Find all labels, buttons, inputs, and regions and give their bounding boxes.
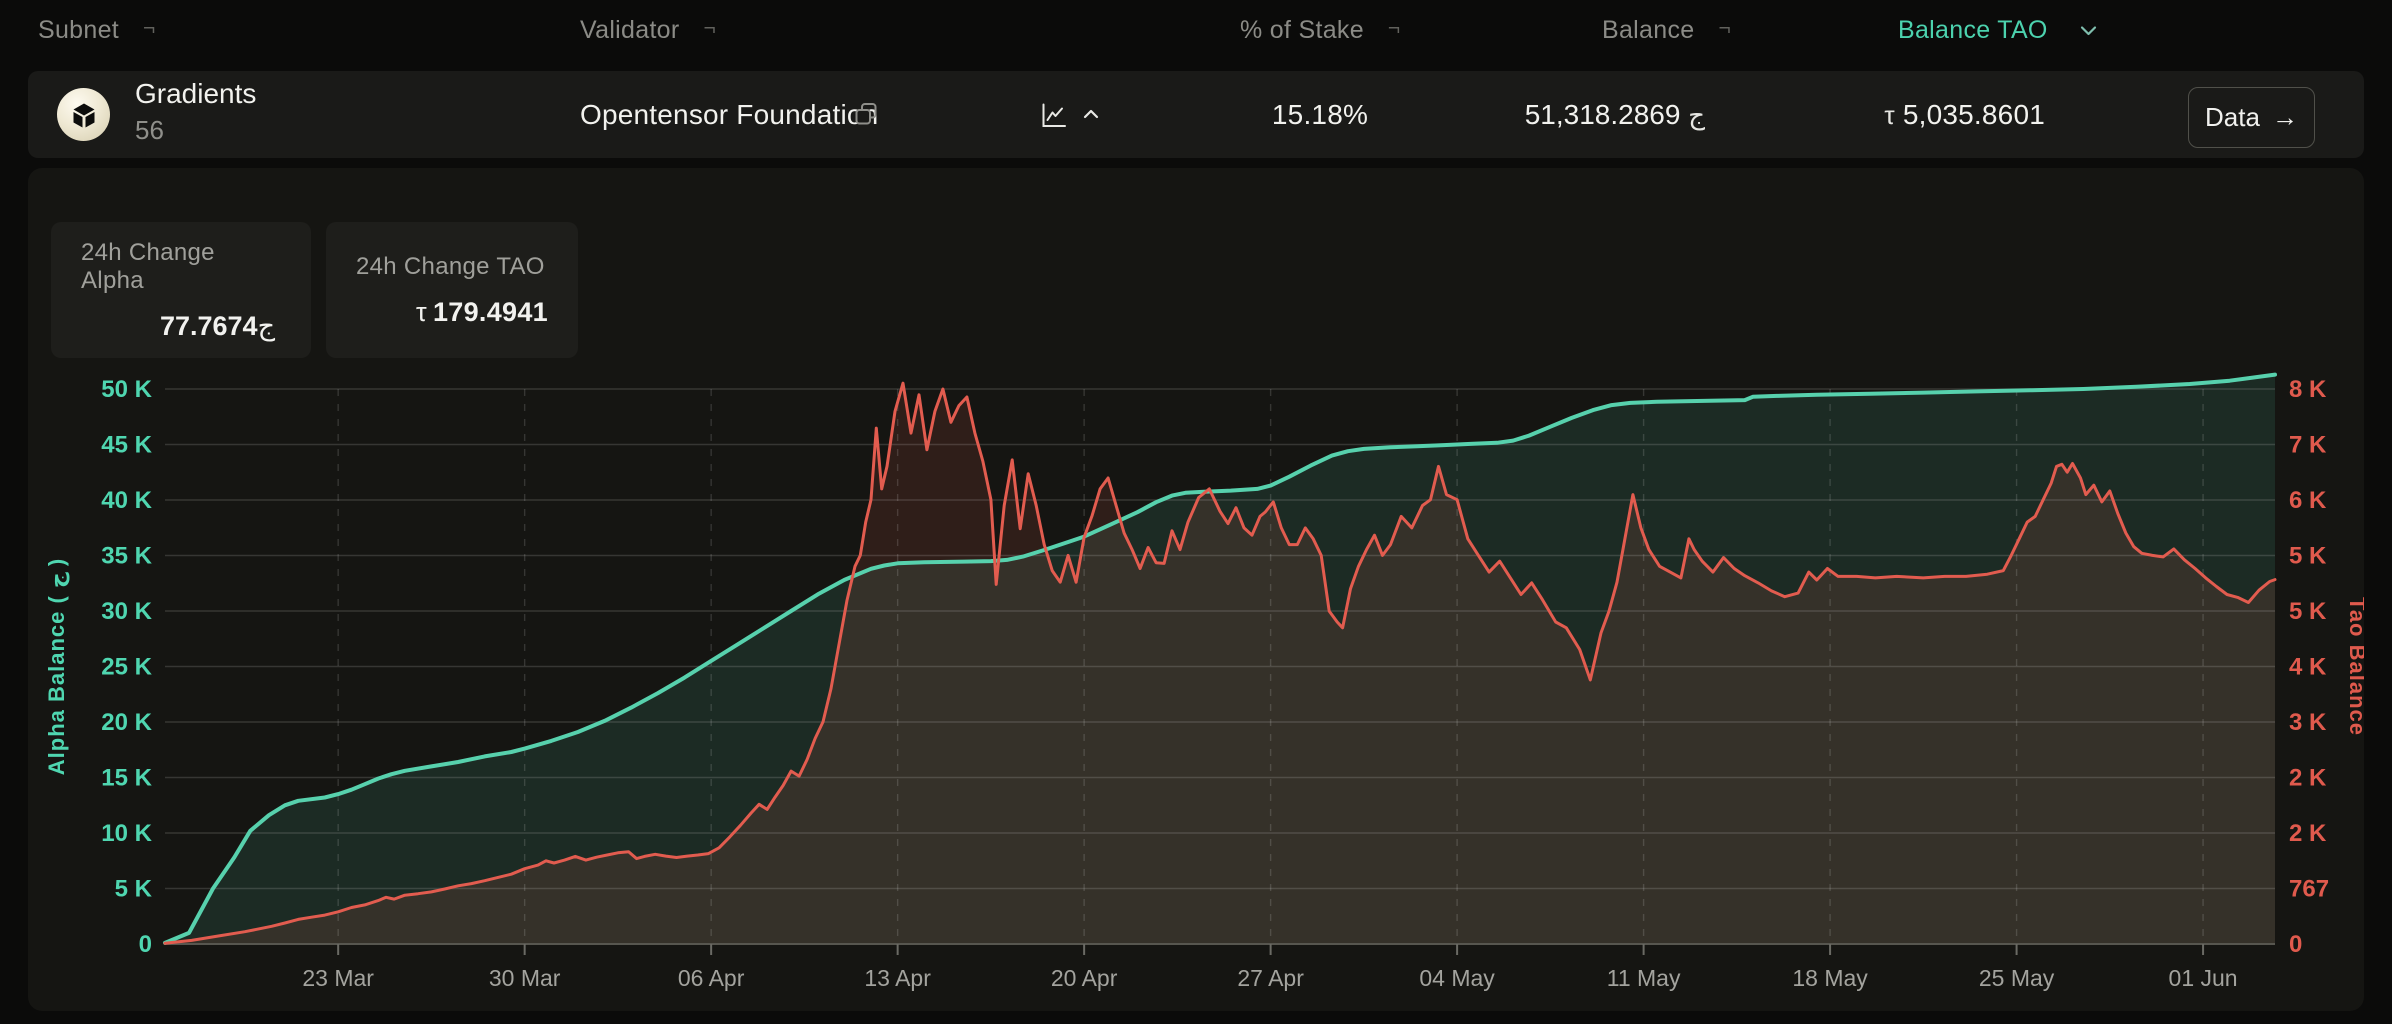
x-tick-label: 27 Apr [1237,965,1304,991]
column-header-label: % of Stake [1240,16,1364,44]
x-tick-label: 23 Mar [302,965,374,991]
column-header-validator[interactable]: Validator ¬ [580,16,716,45]
caret-up-icon[interactable] [1082,108,1100,120]
stake-percent: 15.18% [1271,99,1369,130]
column-header-subnet[interactable]: Subnet ¬ [38,16,156,45]
cube-icon [73,103,94,127]
balance-alpha: ج 51,318.2869 [1524,99,1705,130]
validator-name[interactable]: Opentensor Foundation [580,99,878,131]
arrow-right-icon: → [2271,102,2298,132]
chart-line-icon[interactable] [1040,102,1067,129]
app-root: Subnet ¬ Validator ¬ % of Stake ¬ Balanc… [0,0,2392,1024]
copy-icon[interactable] [853,101,879,127]
chart-panel: 24h Change Alpha ج77.7674 24h Change TAO… [28,168,2364,1011]
right-tick-label: 2 K [2289,820,2327,847]
column-header-label: Balance TAO [1898,16,2048,44]
data-button[interactable]: Data → [2188,87,2315,148]
subnet-name[interactable]: Gradients [135,78,256,110]
left-tick-label: 5 K [115,876,153,903]
left-tick-label: 20 K [101,709,152,736]
column-header-balance[interactable]: Balance ¬ [1602,16,1731,45]
right-tick-label: 8 K [2289,376,2327,403]
sort-icon: ¬ [1387,16,1401,40]
right-tick-label: 5 K [2289,543,2327,570]
x-tick-label: 06 Apr [678,965,745,991]
column-header-label: Validator [580,16,680,44]
right-axis-title: Tao Balance [2345,597,2364,736]
x-tick-label: 18 May [1792,965,1868,991]
alpha-symbol: ج [1688,100,1705,130]
column-header-balance-tao[interactable]: Balance TAO [1898,16,2097,45]
right-tick-label: 7 K [2289,432,2327,459]
x-tick-label: 20 Apr [1051,965,1118,991]
chevron-down-icon [2080,26,2096,36]
left-tick-label: 10 K [101,820,152,847]
x-tick-label: 30 Mar [489,965,561,991]
right-tick-label: 4 K [2289,654,2327,681]
subnet-id: 56 [135,115,164,145]
right-tick-label: 6 K [2289,487,2327,514]
x-tick-label: 25 May [1979,965,2055,991]
right-tick-label: 767 [2289,876,2329,903]
left-tick-label: 40 K [101,487,152,514]
sort-icon: ¬ [1718,16,1732,40]
column-header-label: Balance [1602,16,1695,44]
left-tick-label: 25 K [101,654,152,681]
sort-icon: ¬ [703,16,717,40]
tao-symbol: τ [1884,100,1895,130]
x-tick-label: 04 May [1419,965,1495,991]
subnet-logo [57,88,110,141]
x-tick-label: 01 Jun [2169,965,2238,991]
left-tick-label: 45 K [101,432,152,459]
left-tick-label: 35 K [101,543,152,570]
right-tick-label: 2 K [2289,765,2327,792]
right-tick-label: 5 K [2289,598,2327,625]
left-tick-label: 50 K [101,376,152,403]
x-tick-label: 13 Apr [864,965,931,991]
left-tick-label: 15 K [101,765,152,792]
column-header-label: Subnet [38,16,120,44]
left-tick-label: 0 [139,931,152,958]
right-tick-label: 3 K [2289,709,2327,736]
x-tick-label: 11 May [1607,965,1681,991]
column-header-stake[interactable]: % of Stake ¬ [1240,16,1400,45]
left-axis-title: Alpha Balance ( ج ) [44,558,70,775]
sort-icon: ¬ [143,16,156,40]
data-button-label: Data [2205,102,2260,132]
left-tick-label: 30 K [101,598,152,625]
right-tick-label: 0 [2289,931,2302,958]
balance-chart: 0 5 K 10 K 15 K 20 K 25 K 30 K 35 K 40 K 45 K 50 K… [44,372,2364,991]
balance-tao: τ 5,035.8601 [1884,99,2045,130]
